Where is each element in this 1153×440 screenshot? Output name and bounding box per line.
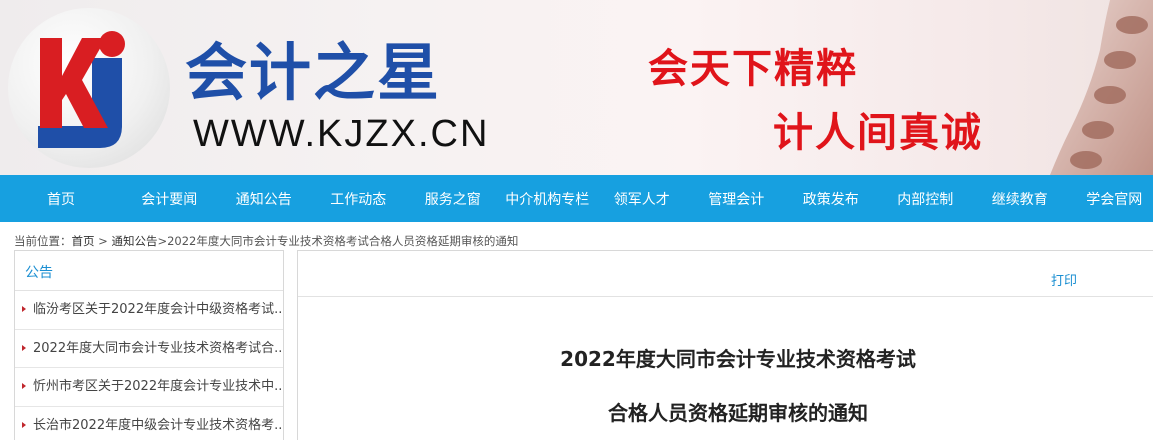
- sidebar-item-label: 长治市2022年度中级会计专业技术资格考...: [33, 417, 283, 433]
- nav-item-society-website[interactable]: 学会官网: [1067, 189, 1153, 209]
- sidebar-title: 公告: [15, 251, 283, 291]
- abacus-decoration-icon: [1050, 0, 1153, 175]
- nav-item-leading-talent[interactable]: 领军人才: [595, 189, 690, 209]
- breadcrumb: 当前位置：首页 > 通知公告>2022年度大同市会计专业技术资格考试合格人员资格…: [14, 233, 518, 249]
- header-banner: 会计之星 WWW.KJZX.CN 会天下精粹 计人间真诚: [0, 0, 1153, 175]
- kj-logo-icon: [38, 31, 125, 148]
- breadcrumb-prefix: 当前位置：: [14, 234, 72, 248]
- sidebar-item-link[interactable]: 2022年度大同市会计专业技术资格考试合...: [15, 330, 283, 368]
- article-toolbar: 打印: [298, 251, 1153, 297]
- triangle-bullet-icon: [22, 306, 26, 312]
- breadcrumb-home-link[interactable]: 首页: [72, 234, 95, 248]
- nav-item-service-window[interactable]: 服务之窗: [406, 189, 501, 209]
- site-logo[interactable]: [8, 8, 170, 168]
- sidebar-item-label: 2022年度大同市会计专业技术资格考试合...: [33, 340, 283, 356]
- site-url: WWW.KJZX.CN: [193, 113, 490, 155]
- nav-item-policy-release[interactable]: 政策发布: [784, 189, 879, 209]
- nav-item-accounting-news[interactable]: 会计要闻: [122, 189, 217, 209]
- breadcrumb-section-link[interactable]: 通知公告: [111, 234, 157, 248]
- triangle-bullet-icon: [22, 421, 26, 428]
- breadcrumb-separator: >: [94, 234, 112, 248]
- nav-item-agencies[interactable]: 中介机构专栏: [500, 189, 595, 209]
- nav-item-announcements[interactable]: 通知公告: [217, 189, 312, 209]
- site-name: 会计之星: [185, 36, 442, 109]
- sidebar-item-link[interactable]: 忻州市考区关于2022年度会计专业技术中...: [15, 368, 283, 407]
- breadcrumb-current: 2022年度大同市会计专业技术资格考试合格人员资格延期审核的通知: [167, 234, 519, 248]
- sidebar-item-link[interactable]: 临汾考区关于2022年度会计中级资格考试...: [15, 291, 283, 330]
- sidebar-item-link[interactable]: 长治市2022年度中级会计专业技术资格考...: [15, 407, 283, 440]
- print-button[interactable]: 打印: [1051, 270, 1077, 289]
- article-panel: 打印 2022年度大同市会计专业技术资格考试 合格人员资格延期审核的通知: [297, 250, 1153, 440]
- nav-item-home[interactable]: 首页: [0, 189, 122, 209]
- announcement-sidebar: 公告 临汾考区关于2022年度会计中级资格考试... 2022年度大同市会计专业…: [14, 250, 284, 440]
- triangle-bullet-icon: [22, 344, 26, 351]
- breadcrumb-separator: >: [157, 234, 168, 248]
- nav-item-work-updates[interactable]: 工作动态: [311, 189, 406, 209]
- article-title-line-2: 合格人员资格延期审核的通知: [608, 401, 868, 425]
- nav-item-continuing-education[interactable]: 继续教育: [973, 189, 1068, 209]
- sidebar-list: 临汾考区关于2022年度会计中级资格考试... 2022年度大同市会计专业技术资…: [15, 291, 283, 440]
- main-nav: 首页 会计要闻 通知公告 工作动态 服务之窗 中介机构专栏 领军人才 管理会计 …: [0, 175, 1153, 222]
- nav-item-internal-control[interactable]: 内部控制: [878, 189, 973, 209]
- nav-item-management-accounting[interactable]: 管理会计: [689, 189, 784, 209]
- article-title-line-1: 2022年度大同市会计专业技术资格考试: [560, 347, 916, 371]
- slogan-line-1: 会天下精粹: [648, 46, 858, 92]
- triangle-bullet-icon: [22, 383, 26, 389]
- sidebar-item-label: 临汾考区关于2022年度会计中级资格考试...: [33, 302, 283, 317]
- slogan-line-2: 计人间真诚: [773, 110, 983, 156]
- sidebar-item-label: 忻州市考区关于2022年度会计专业技术中...: [33, 379, 283, 394]
